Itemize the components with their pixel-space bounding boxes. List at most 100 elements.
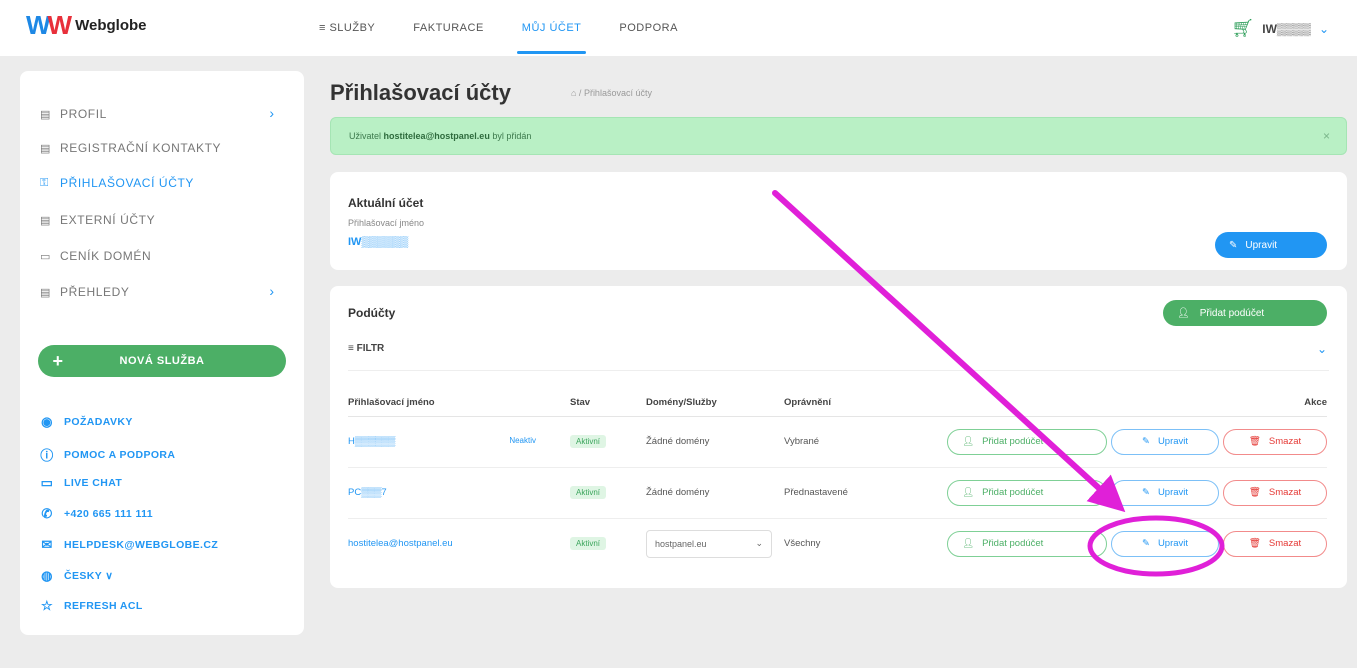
close-icon[interactable]: × — [1323, 118, 1330, 154]
page-title: Přihlašovací účty — [330, 80, 511, 105]
pricelist-icon: ▭ — [40, 250, 51, 263]
add-user-icon: 👤︎ — [962, 436, 975, 447]
subaccounts-card: Podúčty 👤︎ Přidat podúčet ≡ FILTR ⌄ Přih… — [330, 286, 1347, 588]
filter-toggle[interactable]: ≡ FILTR — [348, 343, 384, 354]
user-menu[interactable]: 🛒︎ IW▒▒▒▒ ⌄ — [1231, 18, 1329, 39]
subaccount-login[interactable]: H▒▒▒▒▒▒ — [348, 436, 395, 447]
current-account-card: Aktuální účet Přihlašovací jméno IW▒▒▒▒▒… — [330, 172, 1347, 270]
status-badge: Aktivní — [570, 537, 607, 551]
reports-icon: ▤ — [40, 286, 51, 299]
edit-button-highlighted[interactable]: ✎ Upravit — [1111, 530, 1219, 557]
subaccount-permission: Všechny — [784, 538, 821, 550]
plus-icon: + — [52, 350, 64, 371]
nav-billing[interactable]: FAKTURACE — [394, 0, 503, 56]
subaccounts-title: Podúčty — [348, 306, 396, 320]
help-phone[interactable]: ✆ +420 665 111 111 — [40, 506, 153, 522]
nav-my-account[interactable]: MŮJ ÚČET — [503, 0, 601, 56]
chevron-right-icon[interactable]: › — [269, 283, 274, 299]
edit-icon: ✎ — [1141, 436, 1150, 447]
column-header: Akce — [924, 390, 1327, 417]
phone-icon: ✆ — [41, 506, 53, 521]
alert-email: hostitelea@hostpanel.eu — [383, 131, 490, 141]
column-header[interactable]: Domény/Služby — [646, 390, 784, 417]
breadcrumb[interactable]: ⌂ / Přihlašovací účty — [571, 88, 652, 98]
cart-icon[interactable]: 🛒︎ — [1231, 18, 1254, 39]
subaccounts-table: Přihlašovací jméno Stav Domény/Služby Op… — [348, 390, 1327, 569]
status-badge: Aktivní — [570, 486, 607, 499]
help-support[interactable]: ⓘ POMOC A PODPORA — [40, 445, 175, 464]
domain-select[interactable]: hostpanel.eu ⌄ — [646, 529, 772, 558]
sidebar-item-label: REGISTRAČNÍ KONTAKTY — [60, 141, 222, 155]
sidebar: ▤ PROFIL › ▤ REGISTRAČNÍ KONTAKTY ⚿ PŘIH… — [20, 71, 304, 635]
refresh-icon: ☆ — [40, 598, 54, 613]
status-badge: Aktivní — [570, 435, 607, 448]
help-live-chat[interactable]: ▭ LIVE CHAT — [40, 475, 122, 491]
sidebar-item-domain-pricelist[interactable]: ▭ CENÍK DOMÉN — [40, 249, 151, 263]
edit-icon: ✎ — [1141, 487, 1150, 498]
sidebar-item-external-accounts[interactable]: ▤ EXTERNÍ ÚČTY — [40, 213, 155, 227]
sidebar-item-reports[interactable]: ▤ PŘEHLEDY — [40, 285, 130, 299]
add-user-icon: 👤︎ — [1177, 307, 1190, 319]
add-subaccount-button[interactable]: 👤︎ Přidat podúčet — [1163, 300, 1327, 326]
login-name-label: Přihlašovací jméno — [348, 218, 425, 228]
user-name: IW▒▒▒▒ — [1262, 21, 1311, 36]
add-subaccount-row-button[interactable]: 👤︎ Přidat podúčet — [947, 479, 1107, 506]
sidebar-item-profile[interactable]: ▤ PROFIL — [40, 107, 107, 121]
delete-button[interactable]: 🗑︎ Smazat — [1223, 479, 1327, 506]
sidebar-item-label: EXTERNÍ ÚČTY — [60, 213, 156, 227]
help-email[interactable]: ✉ HELPDESK@WEBGLOBE.CZ — [40, 537, 218, 553]
subaccount-domains: Žádné domény — [646, 467, 784, 519]
delete-button[interactable]: 🗑︎ Smazat — [1223, 530, 1327, 557]
subaccount-permission: Přednastavené — [784, 467, 924, 519]
column-header[interactable]: Stav — [570, 390, 646, 417]
sidebar-item-label: PŘEHLEDY — [60, 285, 130, 299]
table-row: hostitelea@hostpanel.eu Aktivní hostpane… — [348, 518, 1327, 569]
contacts-icon: ▤ — [40, 142, 51, 155]
edit-account-button[interactable]: ✎ Upravit — [1215, 232, 1327, 258]
trash-icon: 🗑︎ — [1248, 436, 1261, 447]
add-subaccount-row-button[interactable]: 👤︎ Přidat podúčet — [947, 428, 1107, 455]
subaccount-note: Neaktiv — [509, 436, 536, 445]
requests-icon: ◉ — [41, 414, 53, 429]
chat-icon: ▭ — [40, 475, 54, 490]
column-header[interactable]: Oprávnění — [784, 390, 924, 417]
login-name-value: IW▒▒▒▒▒▒ — [348, 236, 409, 248]
subaccount-login[interactable]: PC▒▒▒7 — [348, 487, 387, 498]
column-header[interactable]: Přihlašovací jméno — [348, 390, 570, 417]
chevron-down-icon[interactable]: ⌄ — [1317, 342, 1327, 356]
new-service-button[interactable]: + NOVÁ SLUŽBA — [38, 345, 286, 377]
delete-button[interactable]: 🗑︎ Smazat — [1223, 428, 1327, 455]
add-user-icon: 👤︎ — [962, 487, 975, 498]
subaccount-login[interactable]: hostitelea@hostpanel.eu — [348, 538, 453, 549]
table-row: H▒▒▒▒▒▒ Neaktiv Aktivní Žádné domény Vyb… — [348, 416, 1327, 468]
current-account-title: Aktuální účet — [348, 196, 424, 210]
external-icon: ▤ — [40, 214, 51, 227]
divider — [348, 370, 1329, 371]
refresh-acl[interactable]: ☆ REFRESH ACL — [40, 598, 143, 614]
success-alert: Uživatel hostitelea@hostpanel.eu byl při… — [330, 117, 1347, 155]
sidebar-item-label: CENÍK DOMÉN — [60, 249, 152, 263]
sidebar-item-label: PŘIHLAŠOVACÍ ÚČTY — [60, 176, 195, 190]
help-requests[interactable]: ◉ POŽADAVKY — [40, 414, 133, 430]
logo-mark-icon: WW — [26, 10, 72, 40]
edit-button[interactable]: ✎ Upravit — [1111, 479, 1219, 506]
language-switcher[interactable]: ◍ ČESKY ∨ — [40, 568, 113, 584]
chevron-down-icon: ⌄ — [1318, 21, 1329, 36]
add-user-icon: 👤︎ — [962, 538, 975, 550]
brand-name: Webglobe — [75, 16, 147, 34]
sidebar-item-login-accounts[interactable]: ⚿ PŘIHLAŠOVACÍ ÚČTY — [40, 176, 194, 190]
sidebar-item-registration-contacts[interactable]: ▤ REGISTRAČNÍ KONTAKTY — [40, 141, 221, 155]
nav-services[interactable]: ≡ SLUŽBY — [300, 0, 394, 56]
chevron-right-icon[interactable]: › — [269, 105, 274, 121]
nav-support[interactable]: PODPORA — [600, 0, 697, 56]
key-icon: ⚿ — [40, 176, 49, 189]
add-subaccount-row-button[interactable]: 👤︎ Přidat podúčet — [947, 530, 1107, 557]
email-icon: ✉ — [41, 537, 53, 552]
user-icon: ▤ — [40, 108, 51, 121]
table-row: PC▒▒▒7 Aktivní Žádné domény Přednastaven… — [348, 467, 1327, 519]
trash-icon: 🗑︎ — [1248, 487, 1261, 498]
edit-icon: ✎ — [1229, 239, 1238, 251]
trash-icon: 🗑︎ — [1248, 538, 1261, 550]
edit-button[interactable]: ✎ Upravit — [1111, 428, 1219, 455]
brand-logo[interactable]: WW Webglobe — [26, 10, 146, 41]
